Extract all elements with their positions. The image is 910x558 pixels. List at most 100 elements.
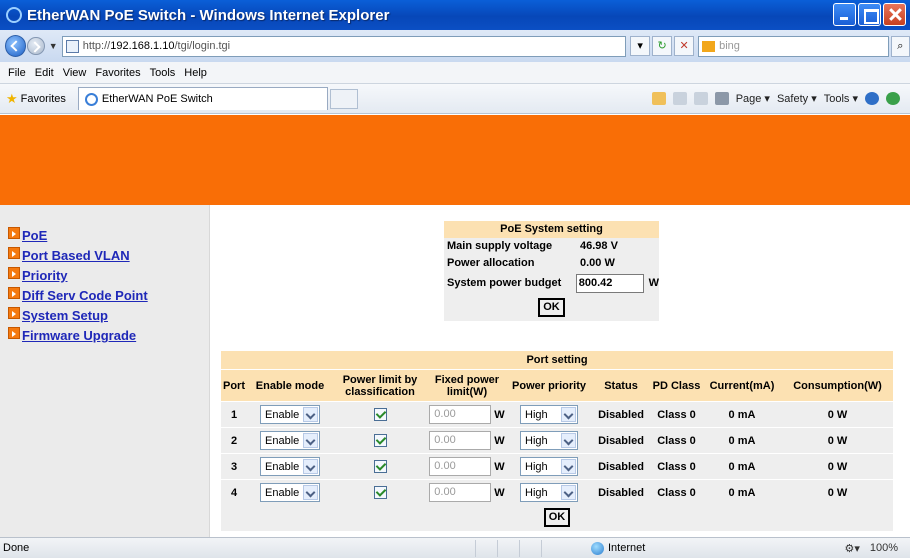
menu-favorites[interactable]: Favorites xyxy=(95,67,140,79)
power-priority-select[interactable]: High xyxy=(520,457,578,476)
port-number: 1 xyxy=(230,408,238,421)
history-dropdown-icon[interactable]: ▼ xyxy=(49,41,58,51)
classification-checkbox[interactable] xyxy=(373,460,387,473)
chevron-down-icon xyxy=(561,459,576,474)
fixed-power-unit: W xyxy=(494,408,505,421)
sidebar-link-firmware-upgrade[interactable]: Firmware Upgrade xyxy=(22,328,136,343)
fixed-power-input[interactable]: 0.00 xyxy=(429,483,492,502)
port-ok-button[interactable]: OK xyxy=(543,508,571,527)
col-header-fixed-power-limit: Fixed power limit(W) xyxy=(434,373,500,398)
power-priority-select[interactable]: High xyxy=(520,483,578,502)
safety-menu[interactable]: Safety ▾ xyxy=(777,92,817,105)
fixed-power-input[interactable]: 0.00 xyxy=(429,457,492,476)
page-menu[interactable]: Page ▾ xyxy=(736,92,770,105)
close-button[interactable] xyxy=(883,3,906,26)
sidebar-link-poe[interactable]: PoE xyxy=(22,228,47,243)
sidebar-link-port-based-vlan[interactable]: Port Based VLAN xyxy=(22,248,130,263)
system-ok-button[interactable]: OK xyxy=(538,298,565,317)
search-icon[interactable]: ⌕ xyxy=(890,35,910,57)
url-host: 192.168.1.10 xyxy=(110,40,175,52)
tools-menu[interactable]: Tools ▾ xyxy=(824,92,858,105)
menu-help[interactable]: Help xyxy=(184,67,207,79)
page-icon xyxy=(65,39,79,53)
mail-icon[interactable] xyxy=(693,92,708,105)
power-budget-input[interactable]: 800.42 xyxy=(575,273,644,293)
url-prefix: http:// xyxy=(82,40,111,52)
menu-view[interactable]: View xyxy=(63,67,87,79)
classification-checkbox[interactable] xyxy=(373,408,387,421)
new-tab-button[interactable] xyxy=(329,88,358,109)
enable-mode-select[interactable]: Enable xyxy=(260,457,320,476)
sidebar-item-port-based-vlan[interactable]: Port Based VLAN xyxy=(8,244,209,263)
enable-mode-value: Enable xyxy=(265,408,300,421)
power-budget-label: System power budget xyxy=(447,277,562,289)
arrow-bullet-icon xyxy=(8,306,20,319)
search-input[interactable]: bing xyxy=(698,35,889,57)
power-priority-select[interactable]: High xyxy=(520,431,578,450)
minimize-button[interactable] xyxy=(833,3,856,26)
main-content: PoE System setting Main supply voltage 4… xyxy=(211,205,910,537)
sidebar-link-diff-serv[interactable]: Diff Serv Code Point xyxy=(22,288,148,303)
print-icon[interactable] xyxy=(714,92,729,105)
fixed-power-input[interactable]: 0.00 xyxy=(429,431,492,450)
current-value: 0 mA xyxy=(728,486,756,499)
security-zone[interactable]: Internet xyxy=(591,541,721,555)
refresh-icon[interactable]: ↻ xyxy=(652,36,673,56)
classification-checkbox[interactable] xyxy=(373,434,387,447)
menu-file[interactable]: File xyxy=(8,67,26,79)
back-button[interactable] xyxy=(5,35,27,57)
home-icon[interactable] xyxy=(651,92,666,105)
arrow-bullet-icon xyxy=(8,326,20,339)
tab-ie-icon xyxy=(84,92,98,106)
port-status: Disabled xyxy=(598,486,644,499)
col-header-pd-class: PD Class xyxy=(652,379,701,392)
forward-button[interactable] xyxy=(27,37,45,55)
tab-title: EtherWAN PoE Switch xyxy=(101,93,213,105)
enable-mode-select[interactable]: Enable xyxy=(260,405,320,424)
power-priority-value: High xyxy=(525,486,548,499)
main-supply-label: Main supply voltage xyxy=(447,240,553,252)
sidebar-item-diff-serv[interactable]: Diff Serv Code Point xyxy=(8,284,209,303)
fixed-power-input[interactable]: 0.00 xyxy=(429,405,492,424)
favorites-star-icon[interactable]: ★ xyxy=(6,91,18,107)
power-priority-select[interactable]: High xyxy=(520,405,578,424)
favorites-button[interactable]: Favorites xyxy=(21,93,66,105)
ie-logo-icon xyxy=(6,7,22,23)
sidebar-item-firmware-upgrade[interactable]: Firmware Upgrade xyxy=(8,324,209,343)
maximize-button[interactable] xyxy=(858,3,881,26)
port-number: 2 xyxy=(230,434,238,447)
classification-checkbox[interactable] xyxy=(373,486,387,499)
col-header-port: Port xyxy=(223,379,245,392)
consumption-value: 0 W xyxy=(827,408,848,421)
feeds-icon[interactable] xyxy=(672,92,687,105)
help-icon[interactable] xyxy=(865,92,879,105)
enable-mode-select[interactable]: Enable xyxy=(260,483,320,502)
chevron-down-icon xyxy=(303,485,318,500)
sidebar-item-priority[interactable]: Priority xyxy=(8,264,209,283)
window-title: EtherWAN PoE Switch - Windows Internet E… xyxy=(27,6,390,24)
research-icon[interactable] xyxy=(886,92,900,105)
browser-tab[interactable]: EtherWAN PoE Switch xyxy=(77,87,328,110)
fixed-power-unit: W xyxy=(494,460,505,473)
fixed-power-unit: W xyxy=(494,486,505,499)
address-toolbar: ▼ http://192.168.1.10/tgi/login.tgi ▾ ↻ … xyxy=(0,30,910,62)
zoom-level[interactable]: 100% xyxy=(870,542,898,555)
menu-edit[interactable]: Edit xyxy=(35,67,54,79)
consumption-value: 0 W xyxy=(827,460,848,473)
sidebar-link-priority[interactable]: Priority xyxy=(22,268,68,283)
main-supply-value: 46.98 V xyxy=(580,240,618,252)
table-row: 3 Enable 0.00 W High Disabled Class 0 0 m… xyxy=(221,453,893,479)
enable-mode-select[interactable]: Enable xyxy=(260,431,320,450)
address-bar[interactable]: http://192.168.1.10/tgi/login.tgi xyxy=(61,35,627,57)
sidebar-link-system-setup[interactable]: System Setup xyxy=(22,308,108,323)
protected-mode-icon[interactable]: ⚙▾ xyxy=(844,542,859,555)
stop-icon[interactable]: ✕ xyxy=(674,36,695,56)
header-banner xyxy=(0,115,910,205)
arrow-bullet-icon xyxy=(8,266,20,279)
sidebar-item-system-setup[interactable]: System Setup xyxy=(8,304,209,323)
enable-mode-value: Enable xyxy=(265,434,300,447)
sidebar-item-poe[interactable]: PoE xyxy=(8,224,209,243)
address-dropdown-icon[interactable]: ▾ xyxy=(630,36,651,56)
port-status: Disabled xyxy=(598,460,644,473)
menu-tools[interactable]: Tools xyxy=(150,67,176,79)
